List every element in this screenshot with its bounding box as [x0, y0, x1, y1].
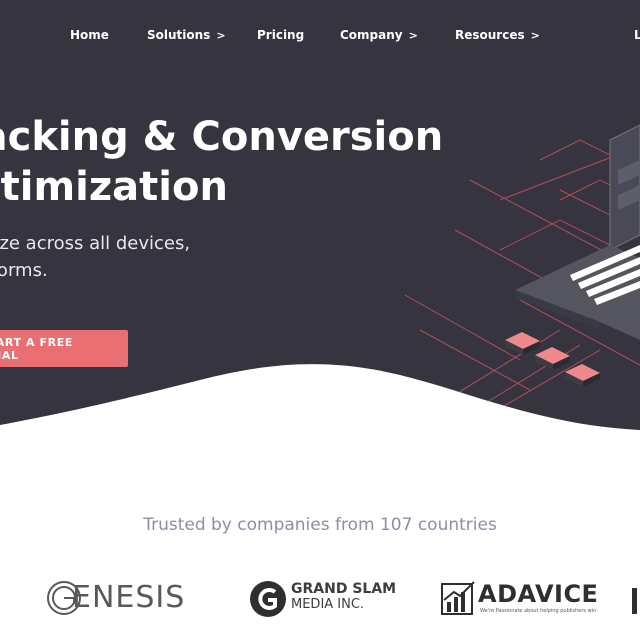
partial-logo: [628, 578, 640, 622]
adavice-logo: ADAVICE We're Passionate about helping p…: [440, 578, 598, 622]
genesis-logo: ENESIS: [46, 578, 206, 622]
grand-slam-g-icon: [250, 581, 286, 617]
trusted-by-text: Trusted by companies from 107 countries: [143, 515, 497, 535]
adavice-tagline: We're Passionate about helping publisher…: [480, 608, 597, 614]
adavice-chart-icon: [441, 581, 475, 615]
hero-wave-divider: [0, 364, 640, 470]
grand-slam-line2: MEDIA INC.: [291, 597, 365, 612]
adavice-logo-text: ADAVICE: [478, 580, 599, 608]
genesis-logo-text: ENESIS: [72, 580, 186, 615]
grand-slam-line1: GRAND SLAM: [291, 581, 397, 597]
grand-slam-logo: GRAND SLAM MEDIA INC.: [249, 578, 399, 622]
partial-logo-icon: [632, 588, 637, 614]
